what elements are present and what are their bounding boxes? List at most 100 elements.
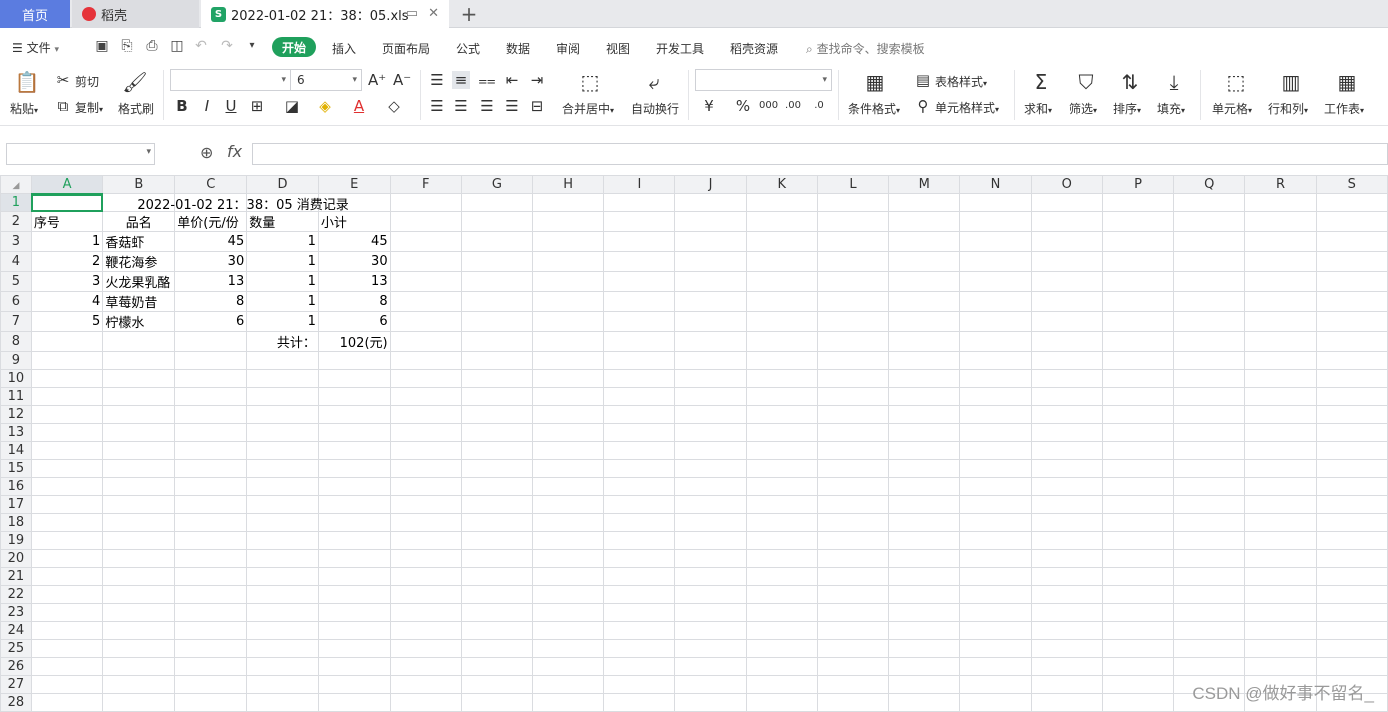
cell[interactable] [1101, 369, 1175, 388]
cell[interactable] [959, 271, 1032, 292]
cell-style-button[interactable]: 单元格样式▾ [935, 99, 999, 116]
cell[interactable] [174, 585, 248, 604]
cell[interactable] [532, 291, 605, 312]
cell[interactable] [102, 693, 176, 712]
indent-increase-icon[interactable]: ⇥ [528, 71, 546, 89]
cell[interactable] [1101, 311, 1175, 332]
cell[interactable] [246, 567, 319, 586]
cell[interactable] [174, 657, 248, 676]
cell[interactable] [816, 369, 890, 388]
row-header[interactable]: 24 [0, 621, 32, 640]
cell[interactable] [603, 351, 676, 370]
cell[interactable] [30, 657, 104, 676]
cell[interactable] [460, 513, 534, 532]
cell[interactable] [745, 621, 818, 640]
cell[interactable] [603, 585, 676, 604]
cell[interactable] [1315, 311, 1388, 332]
cell[interactable] [1244, 495, 1317, 514]
cell[interactable] [674, 639, 747, 658]
cell[interactable] [389, 193, 462, 212]
cell[interactable] [389, 405, 462, 424]
cell[interactable] [603, 331, 676, 352]
wrap-text-icon[interactable]: ⤶ [641, 70, 667, 94]
column-header[interactable]: C [174, 175, 248, 194]
cell[interactable] [1030, 621, 1103, 640]
cell[interactable] [1173, 423, 1246, 442]
cell[interactable] [174, 531, 248, 550]
cell[interactable] [389, 369, 462, 388]
cell-button[interactable]: 单元格▾ [1212, 100, 1252, 117]
row-header[interactable]: 19 [0, 531, 32, 550]
cell[interactable]: 45 [174, 231, 248, 252]
cell[interactable] [389, 251, 462, 272]
cell[interactable] [959, 531, 1032, 550]
cell[interactable] [888, 495, 961, 514]
cell[interactable] [959, 585, 1032, 604]
cell[interactable] [1030, 405, 1103, 424]
print-icon[interactable]: ⎙ [144, 38, 160, 54]
cell[interactable] [389, 351, 462, 370]
cell[interactable] [1244, 369, 1317, 388]
conditional-format-button[interactable]: 条件格式▾ [848, 100, 900, 117]
cell[interactable] [959, 495, 1032, 514]
cell[interactable] [1030, 231, 1103, 252]
column-header[interactable]: S [1315, 175, 1388, 194]
cell[interactable] [1101, 621, 1175, 640]
cell[interactable] [1315, 531, 1388, 550]
cell[interactable] [317, 567, 391, 586]
cell[interactable] [888, 693, 961, 712]
cell[interactable] [674, 657, 747, 676]
cell[interactable] [460, 387, 534, 406]
cell[interactable] [1030, 495, 1103, 514]
cell[interactable] [246, 693, 319, 712]
cell[interactable] [174, 331, 248, 352]
cell[interactable] [1244, 639, 1317, 658]
cell[interactable] [1315, 351, 1388, 370]
cell[interactable] [1315, 477, 1388, 496]
cell[interactable] [102, 369, 176, 388]
cell[interactable] [816, 251, 890, 272]
cell[interactable] [603, 231, 676, 252]
cell[interactable] [1030, 387, 1103, 406]
window-icon[interactable]: ▭ [406, 6, 418, 21]
cell[interactable] [532, 405, 605, 424]
cell[interactable] [460, 271, 534, 292]
cell-icon[interactable]: ⬚ [1223, 70, 1249, 94]
cell[interactable] [389, 311, 462, 332]
cell[interactable] [674, 549, 747, 568]
cell[interactable] [1030, 603, 1103, 622]
cell[interactable] [460, 423, 534, 442]
tab-data[interactable]: 数据 [506, 40, 530, 57]
cell[interactable] [888, 513, 961, 532]
cell[interactable] [888, 311, 961, 332]
row-header[interactable]: 6 [0, 291, 32, 312]
cell[interactable] [532, 657, 605, 676]
cell[interactable] [102, 585, 176, 604]
cell[interactable] [674, 193, 747, 212]
cell[interactable] [959, 193, 1032, 212]
cell[interactable] [246, 441, 319, 460]
cell[interactable] [1101, 567, 1175, 586]
cell[interactable] [246, 513, 319, 532]
cell[interactable] [1173, 311, 1246, 332]
cell[interactable] [674, 211, 747, 232]
cell[interactable] [174, 621, 248, 640]
cell[interactable] [1244, 405, 1317, 424]
cell[interactable] [102, 639, 176, 658]
cell[interactable] [30, 405, 104, 424]
cell[interactable] [317, 513, 391, 532]
cell[interactable] [745, 211, 818, 232]
cell[interactable] [30, 459, 104, 478]
cell[interactable] [1315, 567, 1388, 586]
cell[interactable] [959, 251, 1032, 272]
tab-developer[interactable]: 开发工具 [656, 40, 704, 57]
cell[interactable] [603, 441, 676, 460]
cell[interactable] [1244, 513, 1317, 532]
cell[interactable] [174, 369, 248, 388]
cell[interactable] [816, 531, 890, 550]
cell[interactable] [1173, 251, 1246, 272]
cell[interactable] [102, 331, 176, 352]
cell[interactable] [30, 603, 104, 622]
row-header[interactable]: 9 [0, 351, 32, 370]
tab-docer[interactable]: 稻壳 [72, 0, 199, 28]
